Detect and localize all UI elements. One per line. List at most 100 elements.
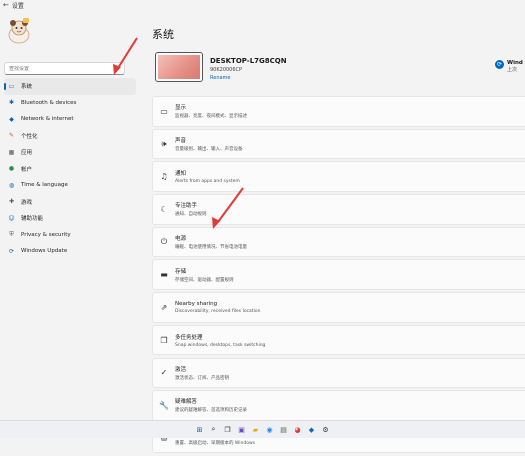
sidebar-item-time-language[interactable]: ◍ Time & language — [4, 177, 136, 194]
back-arrow-icon[interactable]: ← — [3, 1, 9, 9]
storage-icon: ▬ — [160, 270, 168, 280]
settings-row-storage[interactable]: ▬ 存储 存储空间、驱动器、配置规则 — [152, 259, 525, 290]
wrench-icon: 🔧 — [159, 400, 169, 410]
row-title: 存储 — [175, 268, 187, 275]
settings-row-nearby-sharing[interactable]: ⇗ Nearby sharing Discoverability, receiv… — [152, 292, 525, 323]
account-icon: ● — [8, 165, 15, 173]
power-icon: ⏻ — [160, 237, 168, 246]
store-icon[interactable]: ▤ — [279, 425, 289, 435]
sidebar-item-gaming[interactable]: ✚ 游戏 — [4, 194, 136, 211]
sidebar-item-windows-update[interactable]: ⟳ Windows Update — [4, 243, 136, 260]
row-subtitle: 睡眠、电池使用情况、节省电池电量 — [175, 245, 247, 250]
settings-row-display[interactable]: ▭ 显示 监视器、亮度、夜间模式、显示描述 — [152, 96, 525, 127]
row-subtitle: Discoverability, received files location — [175, 308, 261, 314]
search-icon[interactable]: ⌕ — [117, 65, 120, 73]
moon-icon: ☾ — [160, 204, 168, 214]
row-title: 声音 — [175, 137, 187, 144]
settings-row-power[interactable]: ⏻ 电源 睡眠、电池使用情况、节省电池电量 — [152, 226, 525, 258]
avatar[interactable] — [4, 16, 34, 46]
row-subtitle: Alerts from apps and system — [175, 179, 240, 185]
edge-browser-icon[interactable]: ◉ — [265, 425, 275, 435]
sidebar-item-label: 系统 — [21, 84, 33, 91]
wallpaper-preview — [158, 55, 200, 79]
sidebar-item-label: 个性化 — [21, 133, 38, 140]
sidebar-item-accounts[interactable]: ● 帐户 — [4, 161, 136, 178]
speaker-icon: 🕪 — [161, 138, 167, 148]
row-title: 电源 — [175, 236, 187, 242]
settings-row-focus-assist[interactable]: ☾ 专注助手 通知、自动规则 — [152, 194, 525, 225]
app-icon[interactable]: ◆ — [307, 425, 317, 435]
sidebar-item-accessibility[interactable]: ☺ 辅助功能 — [4, 210, 136, 227]
rename-link[interactable]: Rename — [210, 75, 231, 81]
windows-update-status[interactable]: ⟳ Wind 上次 — [495, 60, 523, 73]
settings-row-multitasking[interactable]: ❐ 多任务处理 Snap windows, desktops, task swi… — [152, 324, 525, 356]
row-title: 专注助手 — [175, 203, 198, 210]
sidebar-item-label: Bluetooth & devices — [21, 99, 77, 106]
monitor-icon: ▭ — [8, 82, 15, 90]
row-title: 显示 — [175, 105, 187, 112]
update-icon: ⟳ — [8, 247, 15, 255]
sidebar-item-label: Windows Update — [21, 248, 68, 255]
brush-icon: ✎ — [8, 132, 15, 140]
sidebar-item-label: 游戏 — [21, 199, 33, 206]
title-bar: ← 设置 — [0, 0, 525, 10]
device-model: 90K20006CP — [210, 67, 243, 73]
device-thumbnail — [155, 52, 203, 82]
file-explorer-icon[interactable]: ▰ — [251, 425, 261, 435]
settings-gear-icon[interactable]: ⚙ — [321, 425, 331, 435]
share-icon: ⇗ — [160, 302, 168, 312]
settings-row-sound[interactable]: 🕪 声音 音量级别、输出、输入、声音设备 — [152, 128, 525, 160]
sidebar-item-label: Network & internet — [21, 116, 74, 123]
search-icon[interactable]: ⌕ — [209, 425, 219, 435]
sidebar-nav: ▭ 系统 ✱ Bluetooth & devices ◆ Network & i… — [4, 78, 136, 260]
sidebar-item-label: 帐户 — [21, 166, 33, 173]
sidebar-item-label: Time & language — [21, 182, 68, 189]
sidebar: ⌕ ▭ 系统 ✱ Bluetooth & devices ◆ Network &… — [0, 10, 140, 420]
settings-row-troubleshoot[interactable]: 🔧 疑难解答 建议的疑难解答、首选项和历史记录 — [152, 390, 525, 421]
bluetooth-icon: ✱ — [8, 99, 15, 107]
row-subtitle: 建议的疑难解答、首选项和历史记录 — [175, 408, 247, 414]
bell-icon: ♫ — [160, 172, 168, 182]
game-icon: ✚ — [8, 198, 15, 206]
shield-icon: ⛨ — [9, 230, 14, 238]
start-button-icon[interactable]: ⊞ — [195, 425, 205, 435]
page-title: 系统 — [152, 28, 174, 41]
sidebar-item-privacy[interactable]: ⛨ Privacy & security — [4, 227, 136, 244]
row-subtitle: 存储空间、驱动器、配置规则 — [175, 277, 234, 283]
windows-update-subtitle: 上次 — [507, 67, 518, 73]
settings-row-notifications[interactable]: ♫ 通知 Alerts from apps and system — [152, 161, 525, 192]
globe-icon: ◍ — [8, 181, 15, 189]
sidebar-item-personalization[interactable]: ✎ 个性化 — [4, 128, 136, 145]
search-input[interactable] — [9, 65, 109, 72]
row-title: 激活 — [175, 366, 187, 373]
row-subtitle: 激活状态、订阅、产品密钥 — [175, 375, 229, 381]
row-title: Nearby sharing — [175, 300, 218, 307]
row-subtitle: Snap windows, desktops, task switching — [175, 342, 266, 348]
sidebar-item-label: 辅助功能 — [21, 216, 44, 223]
sidebar-item-label: Privacy & security — [21, 231, 71, 238]
row-subtitle: 音量级别、输出、输入、声音设备 — [175, 146, 243, 152]
multitask-icon: ❐ — [160, 335, 168, 345]
display-icon: ▭ — [160, 106, 168, 116]
chrome-icon[interactable]: ◕ — [293, 425, 303, 435]
sidebar-item-network[interactable]: ◆ Network & internet — [4, 111, 136, 128]
settings-list: ▭ 显示 监视器、亮度、夜间模式、显示描述 🕪 声音 音量级别、输出、输入、声音… — [152, 96, 525, 456]
row-subtitle: 监视器、亮度、夜间模式、显示描述 — [175, 114, 247, 120]
sidebar-item-label: 应用 — [21, 150, 33, 157]
window-title: 设置 — [11, 2, 24, 10]
task-view-icon[interactable]: ❐ — [223, 425, 233, 435]
row-title: 多任务处理 — [175, 334, 203, 341]
sidebar-item-bluetooth[interactable]: ✱ Bluetooth & devices — [4, 95, 136, 112]
update-icon: ⟳ — [495, 60, 504, 69]
row-title: 疑难解答 — [175, 399, 198, 406]
settings-row-activation[interactable]: ✓ 激活 激活状态、订阅、产品密钥 — [152, 357, 525, 388]
apps-icon: ▦ — [8, 148, 15, 156]
sidebar-item-system[interactable]: ▭ 系统 — [4, 78, 136, 95]
device-name: DESKTOP-L7G8CQN — [210, 57, 287, 65]
search-box[interactable]: ⌕ — [4, 62, 125, 75]
row-title: 通知 — [175, 171, 187, 178]
row-subtitle: 通知、自动规则 — [175, 212, 207, 218]
widgets-icon[interactable]: ▣ — [237, 425, 247, 435]
sidebar-item-apps[interactable]: ▦ 应用 — [4, 144, 136, 161]
taskbar: ⊞ ⌕ ❐ ▣ ▰ ◉ ▤ ◕ ◆ ⚙ — [0, 420, 525, 438]
